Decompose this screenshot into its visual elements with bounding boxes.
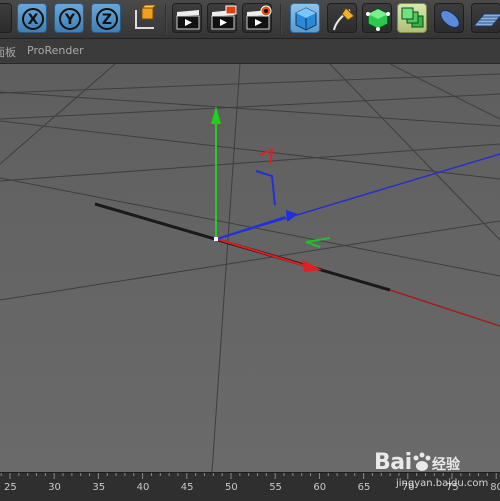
menu-item-panel[interactable]: 面板: [0, 44, 16, 60]
coordinate-system-button[interactable]: [128, 3, 158, 33]
toolbar-partial-button[interactable]: [0, 3, 12, 33]
ruler-tick-label: 55: [269, 482, 282, 493]
array-cloner-icon: [401, 7, 424, 28]
y-axis-label: Y: [64, 12, 76, 28]
watermark-brand-suffix: 经验: [432, 457, 460, 473]
perspective-viewport[interactable]: [0, 64, 500, 472]
baidu-jingyan-watermark: Bai 经验 jingyan.baidu.com: [374, 448, 494, 498]
subdivision-surface-button[interactable]: [362, 3, 392, 33]
render-to-picture-viewer-icon: [211, 5, 237, 30]
floor-plane-icon: [472, 13, 500, 27]
viewport-menu-bar: 面板 ProRender: [0, 39, 500, 64]
y-axis-lock-icon: Y: [59, 8, 81, 30]
pen-spline-icon: [333, 7, 355, 31]
toolbar-separator: [165, 4, 167, 34]
subdivision-surface-icon: [366, 8, 390, 31]
world-axes: [94, 153, 500, 327]
ruler-tick-label: 45: [181, 482, 194, 493]
world-x-axis-red-line: [389, 289, 500, 327]
ruler-tick-label: 25: [4, 482, 17, 493]
ruler-tick-label: 35: [92, 482, 105, 493]
transform-gizmo[interactable]: [211, 106, 331, 272]
xz-plane-handle-icon[interactable]: [305, 237, 331, 248]
paw-logo-icon: [413, 452, 431, 471]
render-view-icon: [176, 10, 200, 30]
array-cloner-button[interactable]: [397, 3, 427, 33]
x-axis-lock-button[interactable]: X: [17, 3, 47, 33]
menu-item-prorender[interactable]: ProRender: [27, 44, 84, 57]
viewport-scene: [0, 64, 500, 472]
z-axis-handle-line[interactable]: [216, 216, 286, 240]
ruler-tick-label: 60: [313, 482, 326, 493]
coordinate-system-icon: [135, 4, 158, 29]
z-axis-lock-icon: Z: [96, 8, 118, 30]
rotation-band-blue-icon[interactable]: [255, 170, 276, 206]
x-axis-label: X: [28, 12, 39, 28]
x-axis-lock-icon: X: [22, 8, 44, 30]
render-settings-button[interactable]: [242, 3, 272, 33]
y-axis-lock-button[interactable]: Y: [54, 3, 84, 33]
toolbar-separator: [280, 4, 282, 34]
pen-spline-button[interactable]: [327, 3, 357, 33]
watermark-url: jingyan.baidu.com: [396, 478, 489, 489]
ruler-tick-label: 65: [358, 482, 371, 493]
floor-plane-button[interactable]: [471, 3, 500, 33]
watermark-brand: Bai: [374, 450, 412, 475]
main-toolbar: X Y Z: [0, 0, 500, 39]
floor-grid: [0, 64, 500, 472]
render-view-button[interactable]: [172, 3, 202, 33]
cube-primitive-icon: [295, 7, 317, 31]
gizmo-center[interactable]: [214, 237, 218, 241]
ruler-tick-label: 40: [137, 482, 150, 493]
x-axis-handle-line[interactable]: [216, 238, 307, 267]
z-axis-lock-button[interactable]: Z: [91, 3, 121, 33]
deformer-icon: [440, 10, 460, 28]
ruler-tick-label: 30: [48, 482, 61, 493]
z-axis-label: Z: [102, 12, 112, 28]
x-axis-arrow-icon[interactable]: [302, 260, 322, 272]
deformer-button[interactable]: [434, 3, 464, 33]
z-axis-arrow-icon[interactable]: [286, 210, 298, 222]
ruler-tick-label: 50: [225, 482, 238, 493]
render-settings-icon: [246, 5, 272, 30]
render-to-picture-viewer-button[interactable]: [207, 3, 237, 33]
cube-primitive-button[interactable]: [290, 3, 320, 33]
